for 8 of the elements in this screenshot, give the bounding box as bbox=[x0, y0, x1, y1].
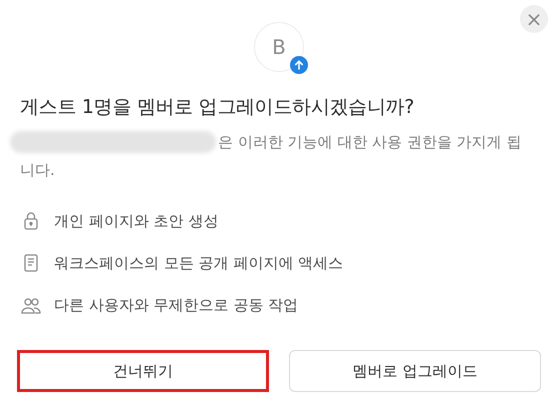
feature-text: 다른 사용자와 무제한으로 공동 작업 bbox=[54, 296, 298, 314]
skip-button[interactable]: 건너뛰기 bbox=[17, 350, 269, 392]
description-text: 은 이러한 기능에 대한 사용 권한을 가지게 됩 bbox=[218, 132, 522, 153]
dialog-title: 게스트 1명을 멤버로 업그레이드하시겠습니까? bbox=[20, 95, 416, 120]
feature-text: 개인 페이지와 초안 생성 bbox=[54, 212, 218, 230]
feature-text: 워크스페이스의 모든 공개 페이지에 액세스 bbox=[54, 254, 344, 272]
upgrade-button[interactable]: 멤버로 업그레이드 bbox=[289, 350, 541, 392]
description-text: 니다. bbox=[20, 160, 55, 181]
